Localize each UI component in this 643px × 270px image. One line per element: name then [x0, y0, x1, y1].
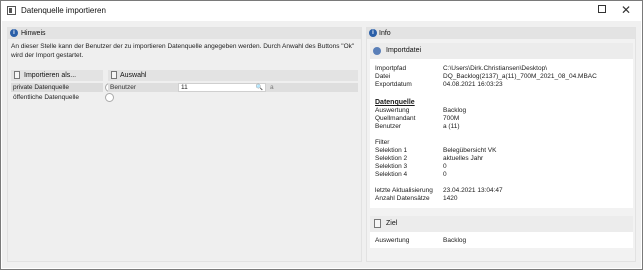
option-public-datasource[interactable]: öffentliche Datenquelle — [11, 93, 114, 102]
import-file-icon — [373, 47, 381, 55]
info-key: Benutzer — [375, 123, 402, 130]
info-header: i Info — [367, 28, 635, 39]
datasource-title: Datenquelle — [375, 99, 415, 106]
info-value: DQ_Backlog(2137)_a(11)_700M_2021_08_04.M… — [443, 73, 597, 80]
import-file-panel: Importdatei Importpfad C:\Users\Dirk.Chr… — [370, 43, 633, 208]
user-label: Benutzer — [110, 84, 137, 91]
selection-header-label: Auswahl — [120, 72, 147, 79]
info-value: Belegübersicht VK — [443, 147, 497, 154]
selection-icon — [111, 71, 117, 79]
left-panel: i Hinweis An dieser Stelle kann der Benu… — [7, 27, 362, 262]
hint-header-label: Hinweis — [21, 30, 46, 37]
option-public-label: öffentliche Datenquelle — [13, 94, 80, 101]
info-key: Datei — [375, 73, 391, 80]
user-suffix: a — [270, 84, 274, 91]
import-as-header: Importieren als... — [11, 70, 103, 81]
user-input[interactable]: 11 🔍 — [178, 83, 266, 92]
app-icon — [7, 6, 16, 15]
info-key: Selektion 4 — [375, 171, 408, 178]
import-dialog: Datenquelle importieren ✕ i Hinweis An d… — [0, 0, 643, 270]
hint-header: i Hinweis — [8, 28, 361, 39]
import-file-header: Importdatei — [370, 43, 633, 59]
option-private-datasource[interactable]: private Datenquelle — [11, 83, 114, 92]
info-key: Importpfad — [375, 65, 407, 72]
info-value: a (11) — [443, 123, 460, 130]
info-icon: i — [369, 29, 377, 37]
info-key: Exportdatum — [375, 81, 412, 88]
info-key: letzte Aktualisierung — [375, 187, 433, 194]
option-private-label: private Datenquelle — [13, 84, 70, 91]
info-value: 23.04.2021 13:04:47 — [443, 187, 503, 194]
info-value: 1420 — [443, 195, 458, 202]
filter-title: Filter — [375, 139, 390, 146]
maximize-icon — [598, 5, 606, 14]
info-header-label: Info — [379, 30, 391, 37]
info-value: Backlog — [443, 107, 467, 114]
info-value: Backlog — [443, 237, 467, 244]
info-key: Selektion 1 — [375, 147, 408, 154]
info-key: Auswertung — [375, 237, 410, 244]
target-panel: Ziel Auswertung Backlog — [370, 216, 633, 248]
info-key: Quellmandant — [375, 115, 416, 122]
info-value: C:\Users\Dirk.Christiansen\Desktop\ — [443, 65, 548, 72]
info-panel: i Info Importdatei Importpfad C:\Users\D… — [366, 27, 636, 262]
info-key: Selektion 3 — [375, 163, 408, 170]
close-button[interactable]: ✕ — [615, 3, 637, 18]
target-header: Ziel — [370, 216, 633, 232]
info-value: 0 — [443, 171, 447, 178]
import-file-header-label: Importdatei — [386, 47, 422, 54]
info-value: 0 — [443, 163, 447, 170]
info-value: 04.08.2021 16:03:23 — [443, 81, 503, 88]
user-input-value: 11 — [181, 84, 188, 91]
selection-header: Auswahl — [108, 70, 358, 81]
public-radio[interactable] — [105, 93, 114, 102]
info-key: Anzahl Datensätze — [375, 195, 430, 202]
info-value: 700M — [443, 115, 460, 122]
info-key: Selektion 2 — [375, 155, 408, 162]
info-value: aktuelles Jahr — [443, 155, 484, 162]
window-title: Datenquelle importieren — [21, 6, 106, 15]
hint-text: An dieser Stelle kann der Benutzer der z… — [11, 43, 355, 59]
info-key: Auswertung — [375, 107, 410, 114]
import-icon — [14, 71, 20, 79]
target-header-label: Ziel — [386, 220, 398, 227]
search-icon[interactable]: 🔍 — [256, 84, 263, 92]
dialog-content: i Hinweis An dieser Stelle kann der Benu… — [2, 21, 641, 268]
title-bar[interactable]: Datenquelle importieren ✕ — [1, 1, 642, 21]
info-icon: i — [10, 29, 18, 37]
target-icon — [374, 219, 381, 228]
maximize-button[interactable] — [591, 3, 613, 18]
import-as-header-label: Importieren als... — [24, 72, 77, 79]
